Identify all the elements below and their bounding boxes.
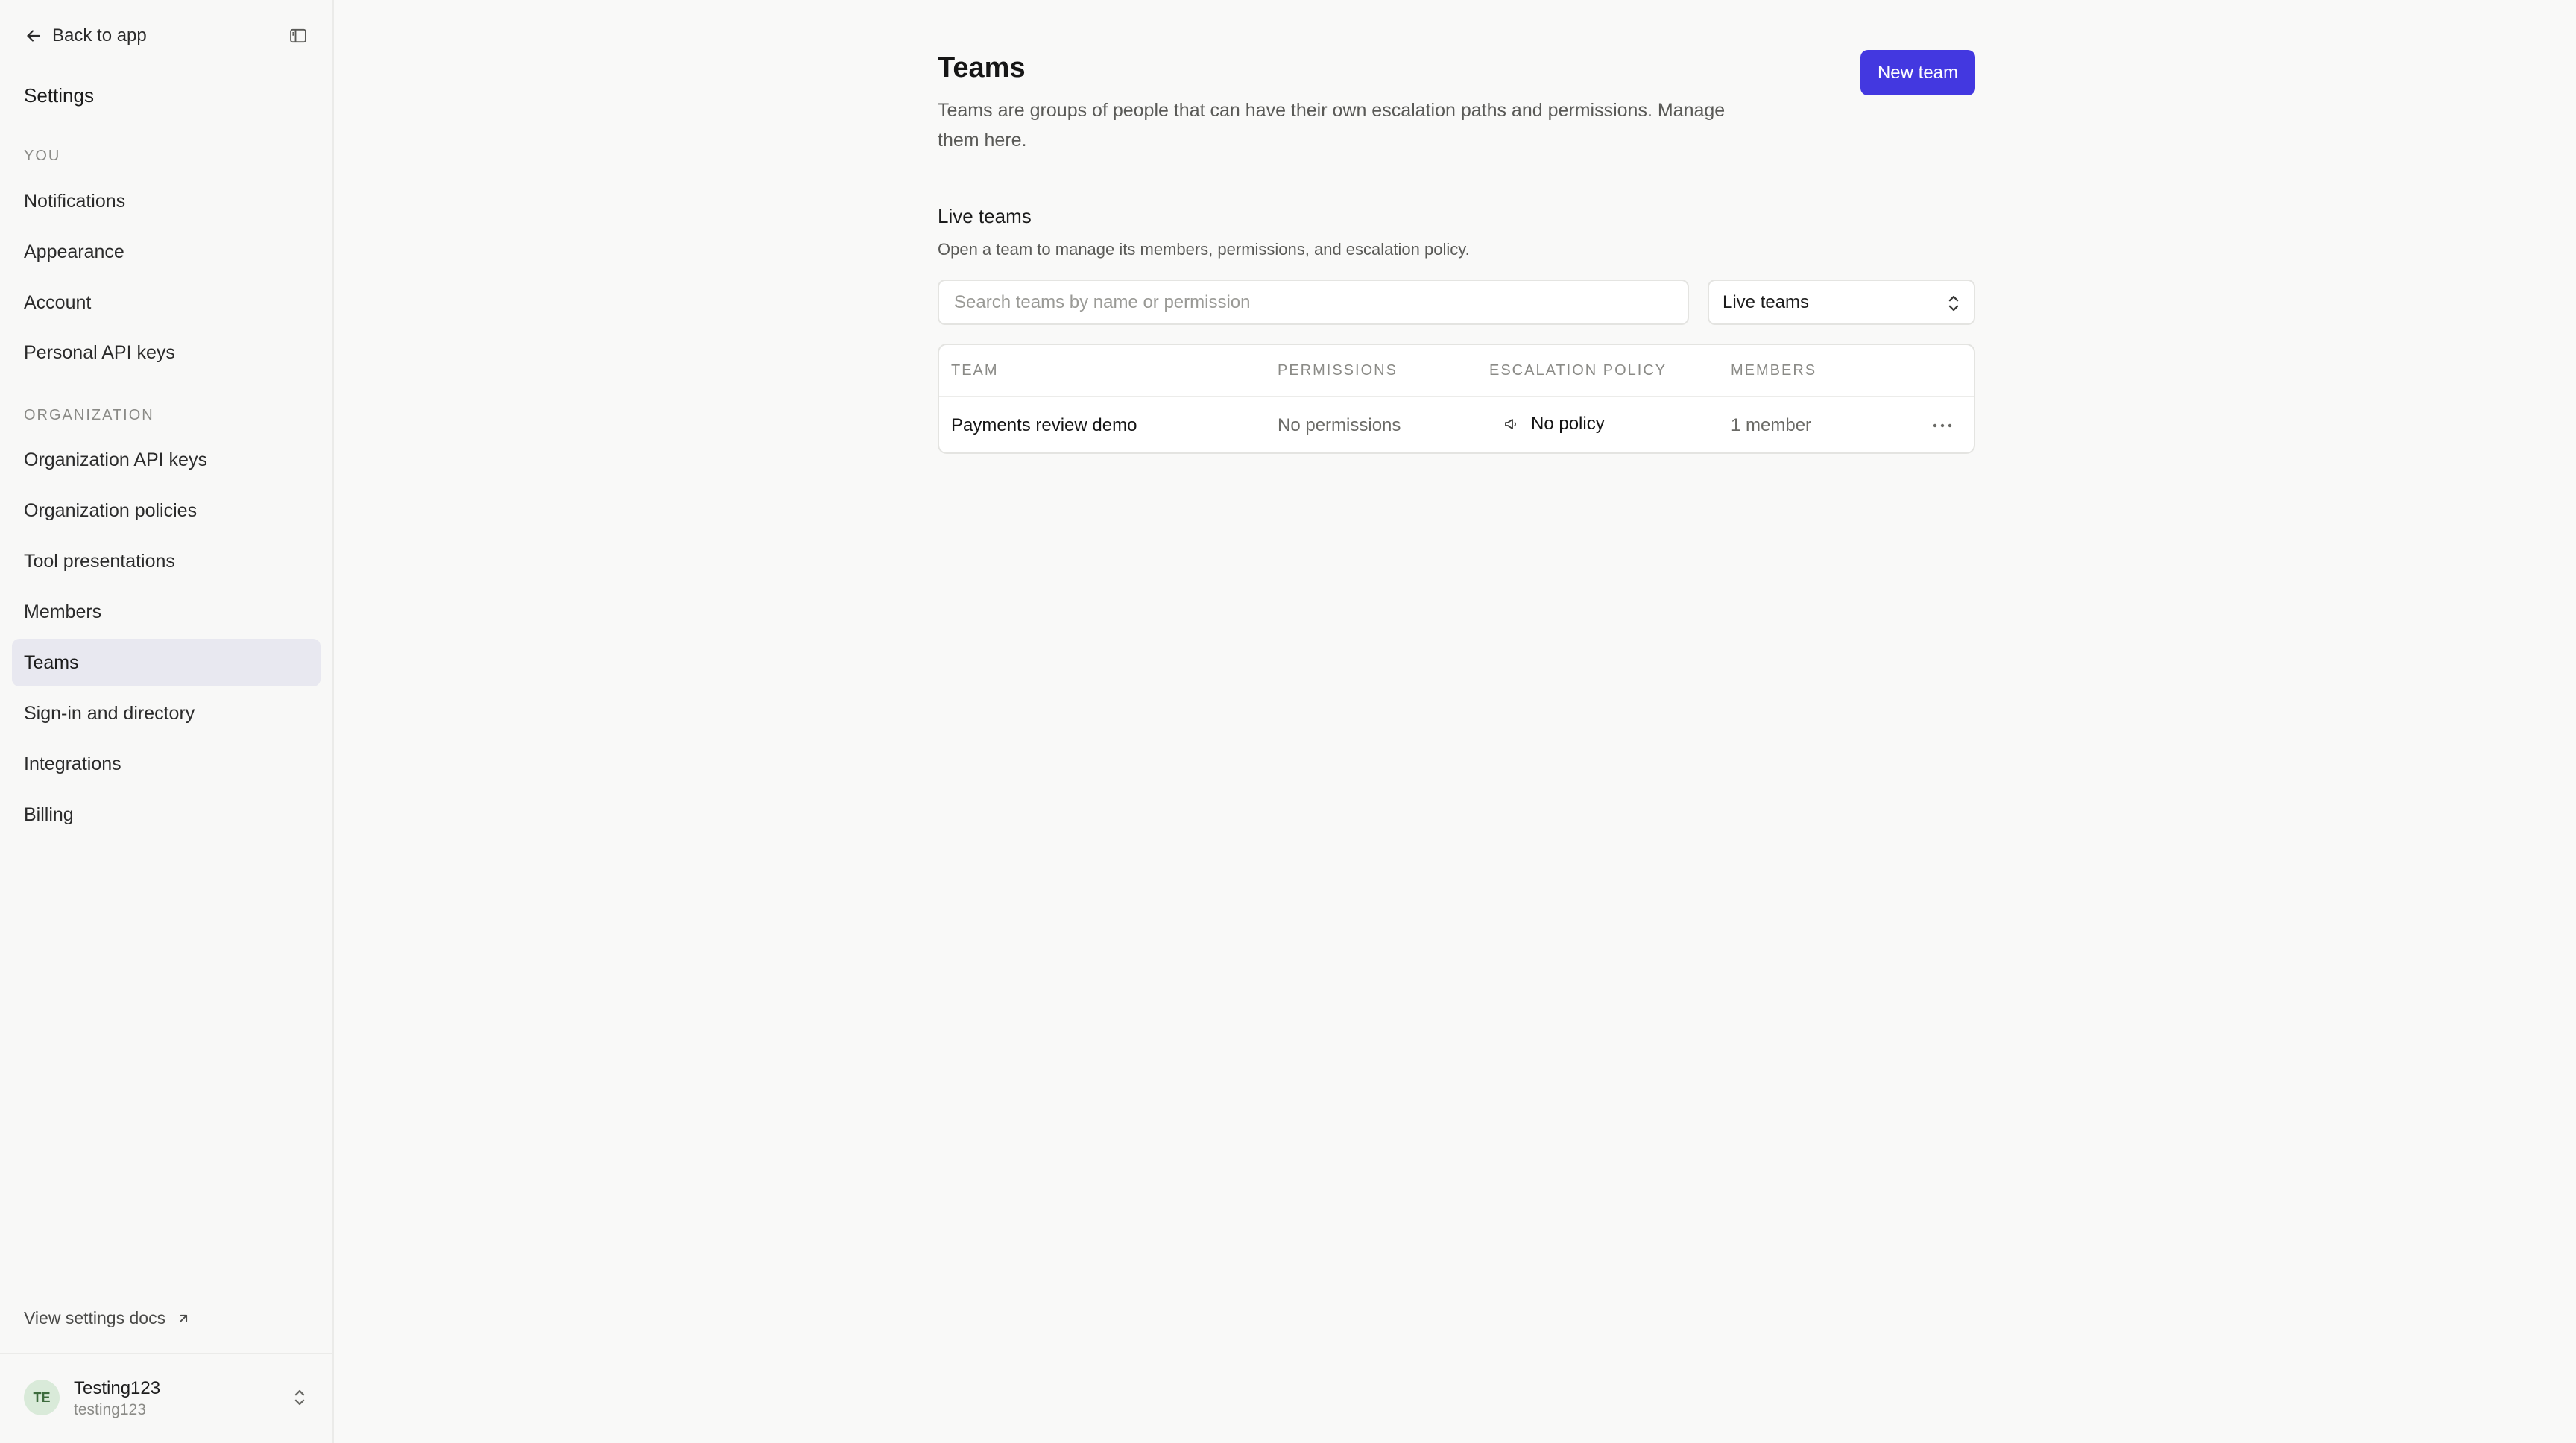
sidebar-item-account[interactable]: Account <box>12 279 321 326</box>
account-switcher-button[interactable] <box>289 1386 310 1409</box>
sidebar-item-tool-presentations[interactable]: Tool presentations <box>12 537 321 585</box>
team-escalation-policy-label: No policy <box>1531 414 1605 434</box>
back-to-app-label: Back to app <box>52 25 147 45</box>
settings-title: Settings <box>24 84 94 107</box>
column-header-permissions: PERMISSIONS <box>1278 362 1398 379</box>
collapse-sidebar-button[interactable] <box>286 24 310 48</box>
team-status-select[interactable]: Live teams <box>1708 280 1975 325</box>
sidebar-toggle-icon <box>290 28 306 43</box>
docs-link-label: View settings docs <box>24 1308 166 1327</box>
new-team-button[interactable]: New team <box>1860 50 1975 95</box>
row-actions-button[interactable] <box>1926 409 1959 442</box>
section-label-organization: ORGANIZATION <box>24 407 154 423</box>
sidebar-item-notifications[interactable]: Notifications <box>12 177 321 225</box>
user-name: Testing123 <box>74 1378 161 1398</box>
live-teams-description: Open a team to manage its members, permi… <box>938 240 1470 259</box>
sidebar-header: Back to app <box>24 21 310 51</box>
settings-sidebar: Back to app Settings YOU Notifications A… <box>0 0 334 1443</box>
search-teams-input[interactable] <box>938 280 1689 325</box>
column-header-escalation-policy: ESCALATION POLICY <box>1489 362 1667 379</box>
column-header-members: MEMBERS <box>1731 362 1817 379</box>
chevron-up-down-icon <box>294 1389 305 1406</box>
sidebar-item-billing[interactable]: Billing <box>12 791 321 839</box>
arrow-up-right-icon <box>179 1314 188 1322</box>
team-permissions: No permissions <box>1278 415 1401 435</box>
user-handle: testing123 <box>74 1401 146 1418</box>
team-members-count: 1 member <box>1731 415 1812 435</box>
sidebar-item-members[interactable]: Members <box>12 588 321 636</box>
table-row[interactable]: Payments review demo No permissions No p… <box>939 397 1974 452</box>
column-header-team: TEAM <box>951 362 999 379</box>
sidebar-item-teams[interactable]: Teams <box>12 639 321 686</box>
sidebar-item-sign-in-and-directory[interactable]: Sign-in and directory <box>12 689 321 737</box>
table-header: TEAM PERMISSIONS ESCALATION POLICY MEMBE… <box>939 345 1974 397</box>
page-description: Teams are groups of people that can have… <box>938 100 1726 151</box>
sidebar-item-appearance[interactable]: Appearance <box>12 228 321 276</box>
account-footer: TE Testing123 testing123 <box>0 1353 332 1443</box>
ellipsis-icon <box>1933 423 1952 428</box>
back-to-app-link[interactable]: Back to app <box>24 25 147 46</box>
page-title: Teams <box>938 52 1026 83</box>
team-status-select-value: Live teams <box>1723 291 1810 312</box>
chevron-up-down-icon <box>1948 295 1959 312</box>
sidebar-item-personal-api-keys[interactable]: Personal API keys <box>12 329 321 376</box>
team-name: Payments review demo <box>951 415 1137 435</box>
megaphone-icon <box>1505 419 1516 429</box>
view-settings-docs-link[interactable]: View settings docs <box>24 1308 191 1328</box>
avatar: TE <box>24 1380 60 1415</box>
sidebar-item-organization-policies[interactable]: Organization policies <box>12 487 321 534</box>
live-teams-heading: Live teams <box>938 205 1032 227</box>
section-label-you: YOU <box>24 148 61 164</box>
sidebar-item-integrations[interactable]: Integrations <box>12 740 321 788</box>
arrow-left-icon <box>27 30 40 42</box>
team-escalation-policy: No policy <box>1503 414 1605 435</box>
sidebar-item-organization-api-keys[interactable]: Organization API keys <box>12 436 321 484</box>
teams-table: TEAM PERMISSIONS ESCALATION POLICY MEMBE… <box>938 344 1975 454</box>
